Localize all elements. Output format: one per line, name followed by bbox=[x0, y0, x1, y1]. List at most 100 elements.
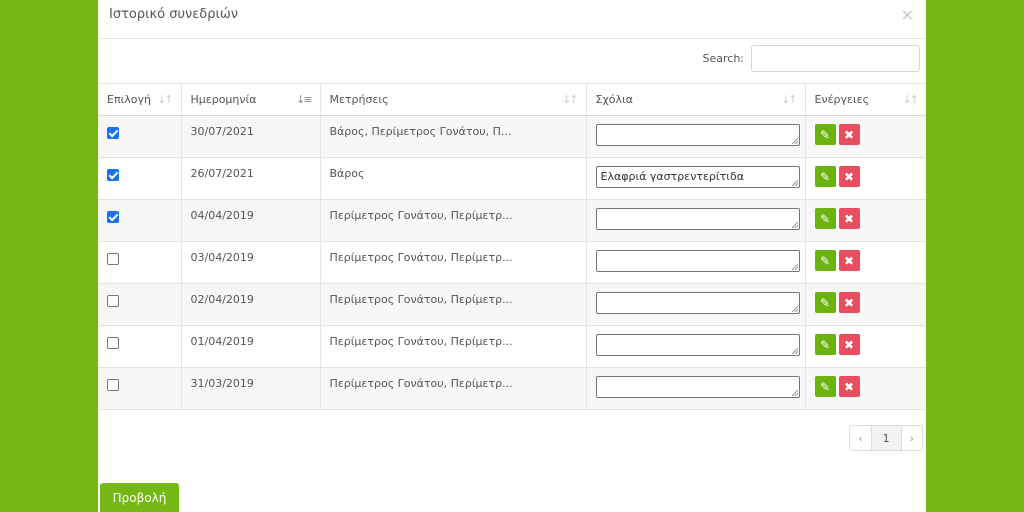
row-actions: ✎ ✖ bbox=[814, 116, 918, 145]
times-icon: ✖ bbox=[843, 337, 855, 352]
session-measurements: Περίμετρος Γονάτου, Περίμετρ... bbox=[329, 209, 513, 222]
column-header-label: Ενέργειες bbox=[814, 93, 870, 106]
measurements-cell: Περίμετρος Γονάτου, Περίμετρ... bbox=[320, 367, 587, 410]
column-header-label: Επιλογή bbox=[107, 93, 152, 106]
sort-icon: ↓↑ bbox=[781, 93, 798, 106]
select-cell bbox=[98, 283, 182, 326]
pagination-prev[interactable]: ‹ bbox=[850, 426, 872, 450]
table-row: 26/07/2021 Βάρος Ελαφριά γαστρεντερίτιδα… bbox=[98, 157, 926, 200]
edit-button[interactable]: ✎ bbox=[814, 208, 836, 229]
actions-cell: ✎ ✖ bbox=[805, 325, 926, 368]
session-date: 26/07/2021 bbox=[190, 167, 254, 180]
session-date: 03/04/2019 bbox=[190, 251, 254, 264]
measurements-cell: Περίμετρος Γονάτου, Περίμετρ... bbox=[320, 241, 587, 284]
date-cell: 26/07/2021 bbox=[181, 157, 321, 200]
delete-button[interactable]: ✖ bbox=[838, 334, 860, 355]
row-checkbox[interactable] bbox=[107, 253, 119, 265]
delete-button[interactable]: ✖ bbox=[838, 250, 860, 271]
select-cell bbox=[98, 241, 182, 284]
table-row: 30/07/2021 Βάρος, Περίμετρος Γονάτου, Π.… bbox=[98, 115, 926, 158]
row-checkbox[interactable] bbox=[107, 337, 119, 349]
comment-textarea[interactable] bbox=[595, 208, 800, 230]
sessions-table: Επιλογή ↓↑ Ημερομηνία ↓≡ Μετρήσεις ↓↑ Σχ… bbox=[98, 83, 926, 410]
select-cell bbox=[98, 325, 182, 368]
pagination-page-1[interactable]: 1 bbox=[871, 426, 902, 450]
comment-textarea[interactable] bbox=[595, 292, 800, 314]
row-checkbox[interactable] bbox=[107, 379, 119, 391]
session-date: 30/07/2021 bbox=[190, 125, 254, 138]
session-measurements: Περίμετρος Γονάτου, Περίμετρ... bbox=[329, 377, 513, 390]
edit-button[interactable]: ✎ bbox=[814, 292, 836, 313]
column-header-select[interactable]: Επιλογή ↓↑ bbox=[98, 83, 182, 116]
comment-cell bbox=[586, 283, 806, 326]
actions-cell: ✎ ✖ bbox=[805, 115, 926, 158]
comment-textarea[interactable] bbox=[595, 250, 800, 272]
edit-button[interactable]: ✎ bbox=[814, 250, 836, 271]
edit-button[interactable]: ✎ bbox=[814, 334, 836, 355]
delete-button[interactable]: ✖ bbox=[838, 292, 860, 313]
comment-cell: Ελαφριά γαστρεντερίτιδα bbox=[586, 157, 806, 200]
actions-cell: ✎ ✖ bbox=[805, 199, 926, 242]
date-cell: 04/04/2019 bbox=[181, 199, 321, 242]
row-actions: ✎ ✖ bbox=[814, 200, 918, 229]
delete-button[interactable]: ✖ bbox=[838, 166, 860, 187]
modal-title: Ιστορικό συνεδριών bbox=[109, 7, 239, 22]
times-icon: ✖ bbox=[843, 379, 855, 394]
edit-button[interactable]: ✎ bbox=[814, 166, 836, 187]
session-history-modal: Ιστορικό συνεδριών × Search: Επιλογή ↓↑ … bbox=[98, 0, 926, 512]
pencil-icon: ✎ bbox=[819, 211, 831, 226]
column-header-measurements[interactable]: Μετρήσεις ↓↑ bbox=[320, 83, 587, 116]
edit-button[interactable]: ✎ bbox=[814, 376, 836, 397]
delete-button[interactable]: ✖ bbox=[838, 208, 860, 229]
comment-textarea[interactable] bbox=[595, 124, 800, 146]
row-checkbox[interactable] bbox=[107, 211, 119, 223]
session-date: 02/04/2019 bbox=[190, 293, 254, 306]
session-measurements: Περίμετρος Γονάτου, Περίμετρ... bbox=[329, 251, 513, 264]
date-cell: 01/04/2019 bbox=[181, 325, 321, 368]
pencil-icon: ✎ bbox=[819, 127, 831, 142]
pagination-next[interactable]: › bbox=[902, 426, 922, 450]
row-checkbox[interactable] bbox=[107, 169, 119, 181]
column-header-label: Σχόλια bbox=[595, 93, 634, 106]
search-row: Search: bbox=[703, 44, 920, 73]
column-header-label: Ημερομηνία bbox=[190, 93, 257, 106]
pencil-icon: ✎ bbox=[819, 169, 831, 184]
table-row: 04/04/2019 Περίμετρος Γονάτου, Περίμετρ.… bbox=[98, 199, 926, 242]
comment-textarea[interactable] bbox=[595, 376, 800, 398]
pencil-icon: ✎ bbox=[819, 379, 831, 394]
sort-icon: ↓↑ bbox=[562, 93, 579, 106]
row-actions: ✎ ✖ bbox=[814, 242, 918, 271]
date-cell: 30/07/2021 bbox=[181, 115, 321, 158]
pagination: ‹ 1 › bbox=[849, 425, 923, 451]
comment-textarea[interactable] bbox=[595, 334, 800, 356]
table-header-row: Επιλογή ↓↑ Ημερομηνία ↓≡ Μετρήσεις ↓↑ Σχ… bbox=[98, 83, 926, 116]
column-header-label: Μετρήσεις bbox=[329, 93, 389, 106]
column-header-comments[interactable]: Σχόλια ↓↑ bbox=[586, 83, 806, 116]
edit-button[interactable]: ✎ bbox=[814, 124, 836, 145]
times-icon: ✖ bbox=[843, 253, 855, 268]
actions-cell: ✎ ✖ bbox=[805, 283, 926, 326]
close-icon[interactable]: × bbox=[901, 5, 914, 24]
session-measurements: Περίμετρος Γονάτου, Περίμετρ... bbox=[329, 335, 513, 348]
actions-cell: ✎ ✖ bbox=[805, 241, 926, 284]
session-measurements: Βάρος bbox=[329, 167, 365, 180]
date-cell: 03/04/2019 bbox=[181, 241, 321, 284]
measurements-cell: Περίμετρος Γονάτου, Περίμετρ... bbox=[320, 199, 587, 242]
comment-cell bbox=[586, 325, 806, 368]
search-input[interactable] bbox=[751, 45, 920, 72]
delete-button[interactable]: ✖ bbox=[838, 376, 860, 397]
row-checkbox[interactable] bbox=[107, 127, 119, 139]
date-cell: 31/03/2019 bbox=[181, 367, 321, 410]
column-header-actions[interactable]: Ενέργειες ↓↑ bbox=[805, 83, 926, 116]
row-checkbox[interactable] bbox=[107, 295, 119, 307]
select-cell bbox=[98, 157, 182, 200]
delete-button[interactable]: ✖ bbox=[838, 124, 860, 145]
times-icon: ✖ bbox=[843, 295, 855, 310]
comment-cell bbox=[586, 367, 806, 410]
comment-textarea[interactable]: Ελαφριά γαστρεντερίτιδα bbox=[595, 166, 800, 188]
row-actions: ✎ ✖ bbox=[814, 284, 918, 313]
column-header-date[interactable]: Ημερομηνία ↓≡ bbox=[181, 83, 321, 116]
view-button[interactable]: Προβολή bbox=[100, 483, 179, 512]
times-icon: ✖ bbox=[843, 211, 855, 226]
measurements-cell: Περίμετρος Γονάτου, Περίμετρ... bbox=[320, 325, 587, 368]
